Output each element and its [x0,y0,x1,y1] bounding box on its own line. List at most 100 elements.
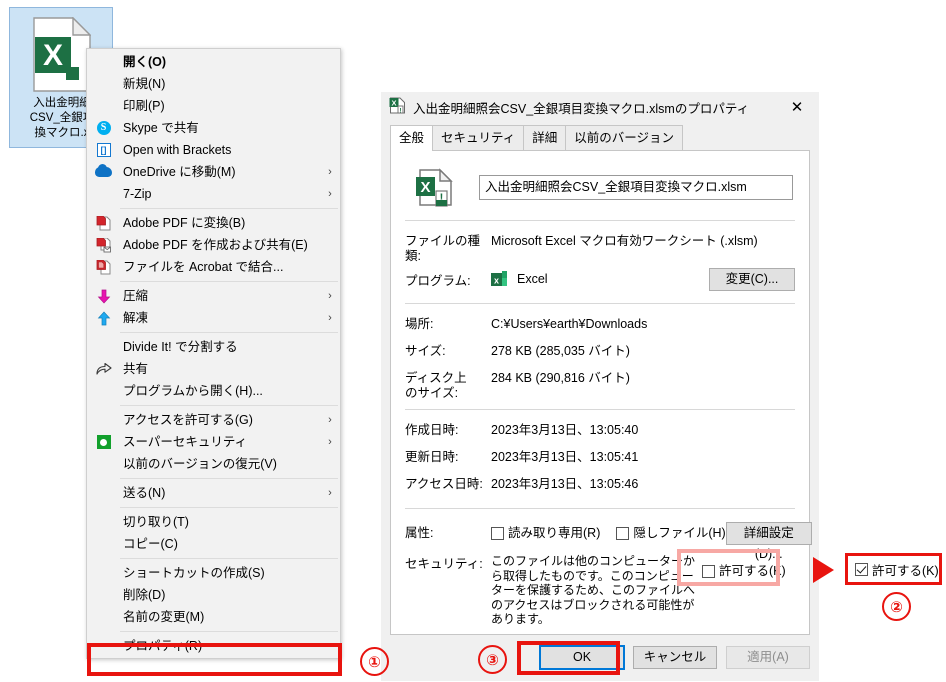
context-menu-item-label: プログラムから開く(H)... [123,384,263,398]
context-menu-item[interactable]: コピー(C) [87,533,340,555]
context-menu-item[interactable]: 切り取り(T) [87,511,340,533]
location-value: C:¥Users¥earth¥Downloads [491,317,648,331]
filetype-value: Microsoft Excel マクロ有効ワークシート (.xlsm) [491,234,758,248]
file-type-group: ファイルの種類: Microsoft Excel マクロ有効ワークシート (.x… [405,221,795,303]
context-menu[interactable]: 開く(O) 新規(N) 印刷(P) S Skype で共有[] Open with Bra… [86,48,341,659]
context-menu-item[interactable]: 開く(O) [87,51,340,73]
adobe-combine-icon [87,256,120,278]
onedrive-icon [87,161,120,183]
change-program-button[interactable]: 変更(C)... [709,268,795,291]
context-menu-item-label: 圧縮 [123,289,149,303]
checkbox-box [616,526,630,540]
context-menu-item-label: Divide It! で分割する [123,340,238,354]
unblock-callout-label: 許可する(K) [872,563,939,578]
context-menu-item[interactable]: 解凍 › [87,307,340,329]
no-icon [87,51,120,73]
location-group: 場所: C:¥Users¥earth¥Downloads サイズ: 278 KB… [405,304,795,409]
filename-input[interactable]: 入出金明細照会CSV_全銀項目変換マクロ.xlsm [479,174,793,200]
excel-app-icon: x [491,271,508,288]
tab-1[interactable]: セキュリティ [432,125,525,150]
attributes-checkboxes: 読み取り専用(R) 隠しファイル(H) [491,526,726,541]
context-menu-item[interactable]: [] Open with Brackets [87,139,340,161]
context-menu-item[interactable]: S Skype で共有 [87,117,340,139]
context-menu-item[interactable]: 以前のバージョンの復元(V) [87,453,340,475]
context-menu-item[interactable]: OneDrive に移動(M) › [87,161,340,183]
annotation-badge-2: ② [882,592,911,621]
context-menu-item-label: アクセスを許可する(G) [123,413,253,427]
context-menu-item-label: ファイルを Acrobat で結合... [123,260,284,274]
menu-separator [120,478,338,479]
context-menu-item[interactable]: 7-Zip › [87,183,340,205]
excel-file-icon: X [33,16,92,92]
menu-separator [120,281,338,282]
hidden-checkbox[interactable]: 隠しファイル(H) [616,525,726,541]
arrow-down-icon [87,285,120,307]
checkbox-box [491,526,504,540]
submenu-chevron-icon: › [328,290,332,302]
context-menu-item[interactable]: 削除(D) [87,584,340,606]
context-menu-item-label: Adobe PDF を作成および共有(E) [123,238,308,252]
tab-0[interactable]: 全般 [390,125,434,151]
context-menu-item[interactable]: プログラムから開く(H)... [87,380,340,402]
cancel-button[interactable]: キャンセル [633,645,717,669]
timestamps-group: 作成日時: 2023年3月13日、13:05:40 更新日時: 2023年3月1… [405,410,795,508]
menu-separator [120,631,338,632]
tab-2[interactable]: 詳細 [523,125,567,150]
brackets-icon: [] [87,139,120,161]
context-menu-item[interactable]: 印刷(P) [87,95,340,117]
submenu-chevron-icon: › [328,166,332,178]
annotation-badge-3: ③ [478,645,507,674]
no-icon [87,482,120,504]
no-icon [87,183,120,205]
context-menu-item[interactable]: Adobe PDF を作成および共有(E) [87,234,340,256]
advanced-button[interactable]: 詳細設定(D)... [725,521,812,561]
no-icon [87,95,120,117]
context-menu-item-label: 印刷(P) [123,99,165,113]
security-label: セキュリティ: [405,557,483,571]
no-icon [87,380,120,402]
checkbox-box [702,565,715,578]
svg-text:x: x [494,276,499,286]
ok-button[interactable]: OK [539,644,625,670]
context-menu-item[interactable]: 圧縮 › [87,285,340,307]
context-menu-item[interactable]: ショートカットの作成(S) [87,562,340,584]
menu-separator [120,558,338,559]
modified-label: 更新日時: [405,450,459,464]
annotation-badge-1: ① [360,647,389,676]
context-menu-item[interactable]: スーパーセキュリティ › [87,431,340,453]
context-menu-item-label: 名前の変更(M) [123,610,205,624]
context-menu-item-label: Open with Brackets [123,143,232,157]
context-menu-item[interactable]: 送る(N) › [87,482,340,504]
shield-icon [87,431,120,453]
hidden-label: 隠しファイル(H) [633,525,726,540]
size-label: サイズ: [405,344,446,358]
disksize-label-line-2: のサイズ: [405,386,459,400]
created-label: 作成日時: [405,423,459,437]
context-menu-item[interactable]: プロパティ(R) [87,635,340,657]
context-menu-item-label: 送る(N) [123,486,166,500]
size-value: 278 KB (285,035 バイト) [491,344,630,358]
file-properties-dialog[interactable]: X ! 入出金明細照会CSV_全銀項目変換マクロ.xlsmのプロパティ ✕ 全般… [381,92,819,681]
filetype-row: ファイルの種類: Microsoft Excel マクロ有効ワークシート (.x… [405,230,795,264]
context-menu-item-label: プロパティ(R) [123,639,203,653]
svg-text:!: ! [399,107,401,114]
context-menu-item[interactable]: 新規(N) [87,73,340,95]
context-menu-item[interactable]: ファイルを Acrobat で結合... [87,256,340,278]
adobe-pdf-share-icon [87,234,120,256]
dialog-body: 全般 セキュリティ 詳細 以前のバージョン X ! 入出金明細照会CSV_全銀項目変換… [390,125,812,635]
context-menu-item[interactable]: Adobe PDF に変換(B) [87,212,340,234]
unblock-checkbox[interactable]: 許可する(K) [702,564,786,579]
context-menu-item[interactable]: Divide It! で分割する [87,336,340,358]
readonly-checkbox[interactable]: 読み取り専用(R) [491,526,600,541]
size-row: サイズ: 278 KB (285,035 バイト) [405,340,795,367]
checkbox-box [855,562,868,576]
svg-text:X: X [43,39,63,72]
context-menu-item[interactable]: 共有 [87,358,340,380]
context-menu-item[interactable]: 名前の変更(M) [87,606,340,628]
context-menu-item[interactable]: アクセスを許可する(G) › [87,409,340,431]
tab-3[interactable]: 以前のバージョン [565,125,684,150]
modified-value: 2023年3月13日、13:05:41 [491,450,639,464]
close-icon[interactable]: ✕ [775,92,819,122]
excel-document-icon: X ! [413,165,457,209]
dialog-tabstrip[interactable]: 全般 セキュリティ 詳細 以前のバージョン [390,125,810,151]
